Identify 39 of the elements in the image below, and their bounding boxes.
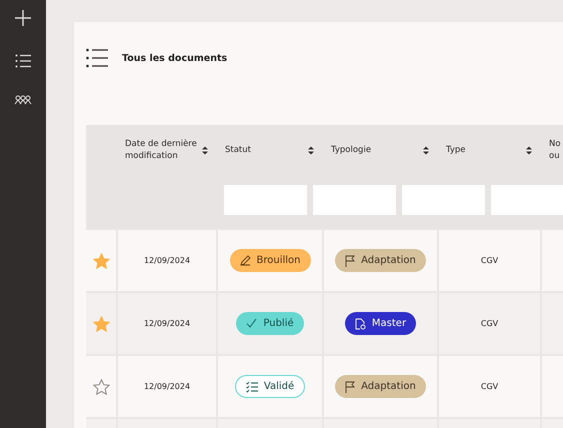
filter-field[interactable]	[491, 185, 563, 215]
page-title: Tous les documents	[122, 52, 228, 64]
flag-icon	[345, 380, 356, 392]
date-text: 12/09/2024	[144, 382, 190, 391]
typology-badge: Adaptation	[335, 375, 426, 398]
column-header[interactable]: Type	[446, 144, 466, 156]
check-icon	[246, 318, 258, 329]
sort-icon[interactable]	[308, 146, 314, 154]
date-text: 12/09/2024	[144, 319, 190, 328]
sort-icon[interactable]	[526, 146, 532, 154]
filter-field[interactable]	[313, 185, 396, 215]
star-icon[interactable]	[92, 378, 110, 394]
type-text: CGV	[480, 256, 498, 265]
filter-field[interactable]	[224, 185, 307, 215]
list-icon[interactable]	[15, 53, 31, 69]
users-icon[interactable]	[14, 95, 32, 105]
flag-icon	[345, 254, 356, 266]
status-badge: Validé	[234, 375, 306, 398]
column-header[interactable]: No ou	[549, 138, 561, 162]
typology-badge: Master	[344, 312, 416, 335]
star-icon[interactable]	[92, 316, 110, 332]
document-icon	[354, 318, 366, 330]
date-text: 12/09/2024	[144, 256, 190, 265]
column-header[interactable]: Date de dernière modification	[125, 138, 198, 162]
type-text: CGV	[480, 319, 498, 328]
pencil-icon	[240, 255, 250, 266]
checklist-icon	[246, 380, 258, 392]
type-text: CGV	[480, 382, 498, 391]
sort-icon[interactable]	[423, 146, 429, 154]
status-badge: Brouillon	[230, 249, 310, 272]
list-icon	[86, 48, 108, 68]
filter-field[interactable]	[402, 185, 485, 215]
column-header[interactable]: Statut	[225, 144, 251, 156]
column-header[interactable]: Typologie	[331, 144, 372, 156]
typology-badge: Adaptation	[335, 249, 426, 272]
plus-icon[interactable]	[14, 9, 32, 27]
status-badge: Publié	[236, 312, 304, 335]
star-icon[interactable]	[92, 252, 110, 268]
sort-icon[interactable]	[202, 146, 208, 154]
